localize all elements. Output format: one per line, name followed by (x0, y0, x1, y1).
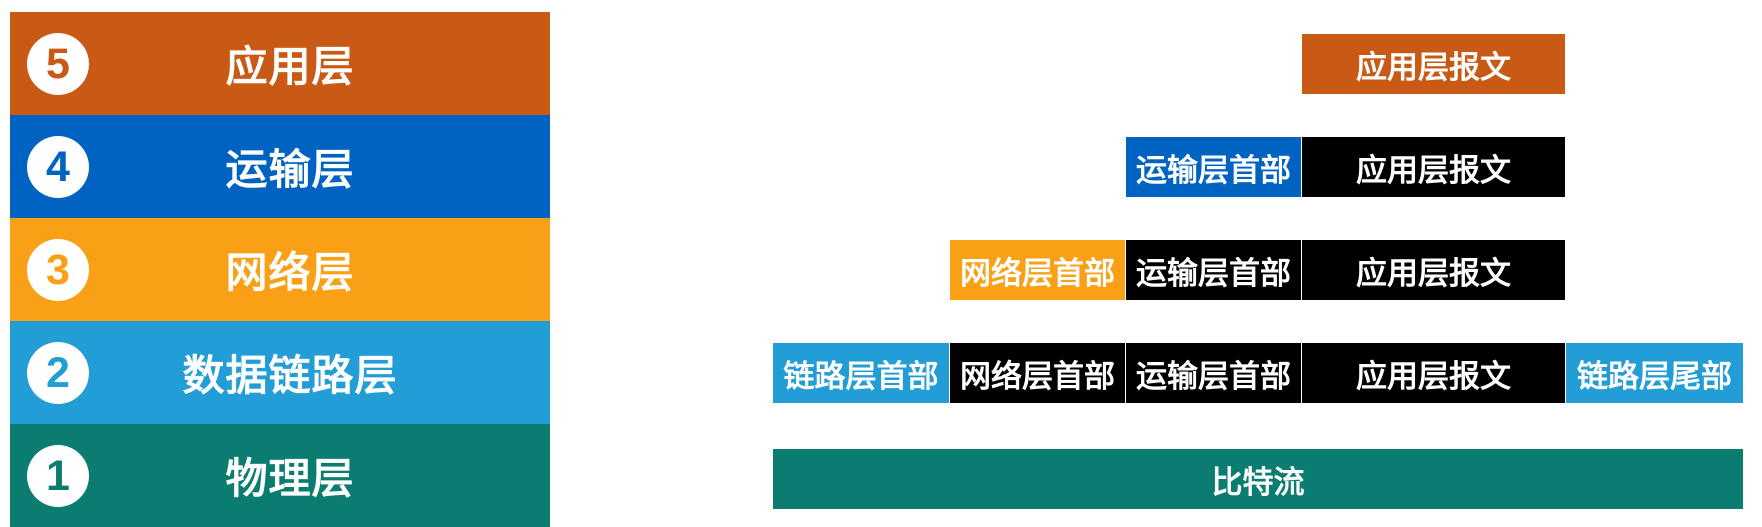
layer-name: 物理层 (225, 454, 355, 503)
layer-name: 应用层 (225, 42, 355, 91)
transport-header-block: 运输层首部 (1126, 137, 1301, 197)
link-header-block: 链路层首部 (773, 343, 949, 403)
layer-network: 3 网络层 (10, 218, 550, 321)
bitstream-block: 比特流 (773, 449, 1743, 509)
layer-transport: 4 运输层 (10, 115, 550, 218)
transport-header-block: 运输层首部 (1126, 240, 1301, 300)
network-header-block: 网络层首部 (950, 240, 1125, 300)
protocol-encapsulation-diagram: 5 应用层 4 运输层 3 网络层 2 数据链路层 1 物理层 应用层报文 运输… (0, 0, 1762, 527)
layer-physical: 1 物理层 (10, 424, 550, 527)
application-message-block: 应用层报文 (1302, 34, 1565, 94)
layer-name: 数据链路层 (182, 351, 398, 400)
application-message-block: 应用层报文 (1302, 240, 1565, 300)
layer-name: 运输层 (225, 145, 355, 194)
transport-header-block: 运输层首部 (1126, 343, 1301, 403)
layer-application: 5 应用层 (10, 12, 550, 115)
network-header-block: 网络层首部 (950, 343, 1125, 403)
layer-name: 网络层 (225, 248, 355, 297)
layer-datalink: 2 数据链路层 (10, 321, 550, 424)
link-trailer-block: 链路层尾部 (1566, 343, 1743, 403)
application-message-block: 应用层报文 (1302, 343, 1565, 403)
application-message-block: 应用层报文 (1302, 137, 1565, 197)
